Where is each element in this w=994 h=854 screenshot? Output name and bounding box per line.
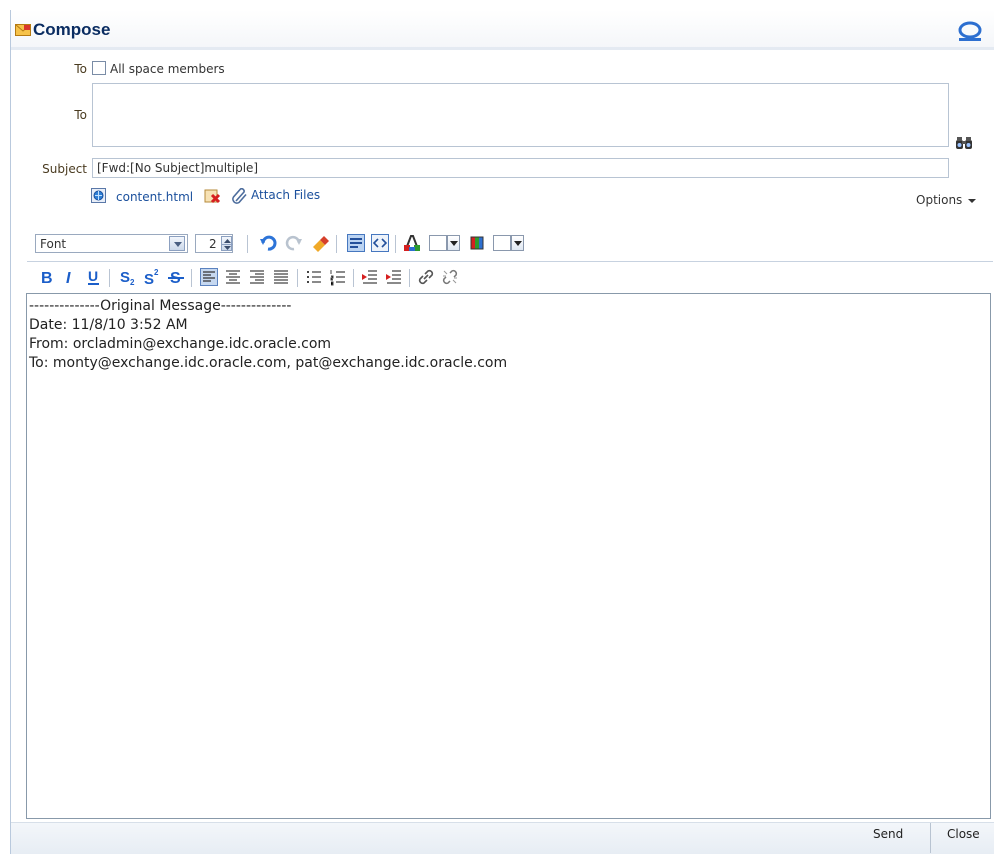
subscript-icon[interactable]: S2 bbox=[119, 268, 137, 286]
message-editor[interactable]: --------------Original Message----------… bbox=[26, 293, 991, 819]
rich-text-mode-icon[interactable] bbox=[347, 234, 365, 252]
svg-text:U: U bbox=[88, 268, 98, 284]
editor-line: From: orcladmin@exchange.idc.oracle.com bbox=[29, 336, 332, 352]
dialog-footer bbox=[11, 822, 994, 854]
strikethrough-icon[interactable]: S bbox=[167, 268, 185, 286]
compose-dialog: Compose To All space members To Subject … bbox=[10, 10, 994, 854]
dialog-header: Compose bbox=[11, 10, 994, 50]
envelope-icon bbox=[15, 24, 31, 36]
font-size-stepper[interactable]: 2 bbox=[195, 234, 233, 253]
spinner-icon[interactable] bbox=[221, 236, 233, 251]
attachment-link[interactable]: content.html bbox=[116, 190, 193, 204]
toolbar-separator bbox=[336, 235, 337, 253]
align-left-icon[interactable] bbox=[200, 268, 218, 286]
indent-icon[interactable] bbox=[385, 268, 403, 286]
outdent-icon[interactable] bbox=[361, 268, 379, 286]
underline-icon[interactable]: U bbox=[85, 268, 103, 286]
eraser-icon[interactable] bbox=[311, 234, 329, 252]
toolbar-separator bbox=[191, 269, 192, 287]
svg-text:I: I bbox=[66, 270, 71, 286]
close-button[interactable]: Close bbox=[947, 827, 980, 841]
font-select-value: Font bbox=[40, 237, 67, 251]
background-color-icon[interactable] bbox=[469, 234, 487, 252]
bold-icon[interactable]: B bbox=[38, 268, 56, 286]
source-mode-icon[interactable] bbox=[371, 234, 389, 252]
to-recipients-field[interactable] bbox=[92, 83, 949, 147]
font-select[interactable]: Font bbox=[35, 234, 188, 253]
toolbar-separator bbox=[409, 269, 410, 287]
undo-icon[interactable] bbox=[259, 234, 277, 252]
all-members-label[interactable]: All space members bbox=[110, 62, 225, 76]
unlink-icon[interactable] bbox=[441, 268, 459, 286]
send-button[interactable]: Send bbox=[873, 827, 903, 841]
button-separator bbox=[930, 823, 931, 853]
bullet-list-icon[interactable] bbox=[305, 268, 323, 286]
numbered-list-icon[interactable] bbox=[329, 268, 347, 286]
italic-icon[interactable]: I bbox=[62, 268, 80, 286]
svg-text:S: S bbox=[144, 271, 154, 286]
superscript-icon[interactable]: S2 bbox=[143, 268, 161, 286]
text-color-icon[interactable] bbox=[403, 234, 421, 252]
remove-attachment-icon[interactable] bbox=[204, 188, 221, 204]
dropdown-arrow-icon[interactable] bbox=[447, 235, 460, 251]
editor-line: To: monty@exchange.idc.oracle.com, pat@e… bbox=[29, 355, 508, 371]
options-menu[interactable]: Options bbox=[916, 193, 962, 207]
toolbar-separator bbox=[247, 235, 248, 253]
toolbar-separator bbox=[109, 269, 110, 287]
dropdown-arrow-icon[interactable] bbox=[511, 235, 524, 251]
dialog-title: Compose bbox=[33, 20, 111, 39]
toolbar-separator bbox=[395, 235, 396, 253]
to-recipients-label: To bbox=[74, 108, 87, 122]
svg-text:2: 2 bbox=[130, 278, 135, 286]
paperclip-icon[interactable] bbox=[231, 187, 249, 204]
header-underline bbox=[11, 47, 994, 50]
editor-line: Date: 11/8/10 3:52 AM bbox=[29, 317, 188, 333]
binoculars-icon[interactable] bbox=[955, 136, 973, 150]
subject-input[interactable]: [Fwd:[No Subject]multiple] bbox=[92, 158, 949, 178]
redo-icon[interactable] bbox=[285, 234, 303, 252]
align-right-icon[interactable] bbox=[248, 268, 266, 286]
svg-text:B: B bbox=[41, 270, 53, 286]
all-members-checkbox[interactable] bbox=[92, 61, 106, 75]
align-center-icon[interactable] bbox=[224, 268, 242, 286]
oracle-logo-icon[interactable] bbox=[957, 21, 983, 43]
toolbar-separator bbox=[297, 269, 298, 287]
attach-files-link[interactable]: Attach Files bbox=[251, 188, 320, 202]
font-size-value: 2 bbox=[209, 237, 217, 251]
chevron-down-icon[interactable] bbox=[968, 199, 976, 203]
background-color-swatch[interactable] bbox=[493, 235, 511, 251]
editor-line: --------------Original Message----------… bbox=[29, 298, 292, 314]
svg-text:S: S bbox=[120, 269, 130, 286]
link-icon[interactable] bbox=[417, 268, 435, 286]
text-color-swatch[interactable] bbox=[429, 235, 447, 251]
subject-label: Subject bbox=[42, 162, 87, 176]
dropdown-arrow-icon[interactable] bbox=[169, 236, 185, 251]
svg-text:2: 2 bbox=[154, 268, 159, 277]
justify-icon[interactable] bbox=[272, 268, 290, 286]
to-label: To bbox=[74, 62, 87, 76]
toolbar-separator bbox=[353, 269, 354, 287]
html-file-icon bbox=[91, 188, 106, 203]
toolbar-divider bbox=[27, 261, 993, 262]
